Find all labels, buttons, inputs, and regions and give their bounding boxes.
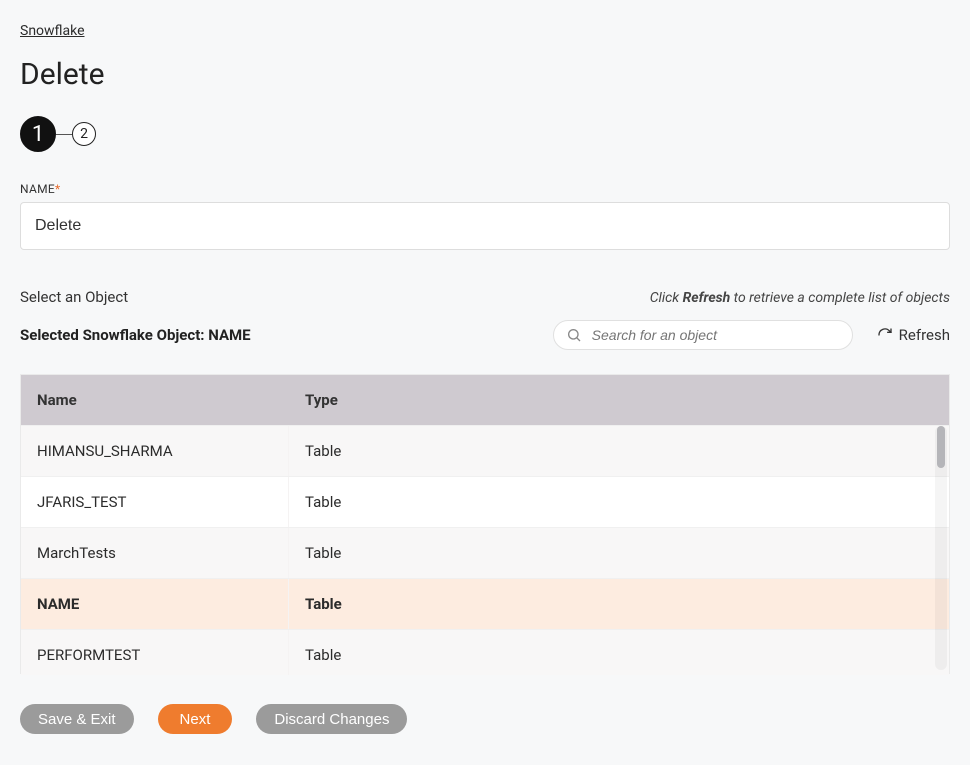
cell-name: MarchTests [21,528,289,578]
cell-type: Table [289,442,949,460]
step-connector [56,134,72,135]
step-2[interactable]: 2 [72,122,96,146]
column-header-name[interactable]: Name [21,391,289,409]
discard-button[interactable]: Discard Changes [256,704,407,734]
refresh-label: Refresh [899,326,950,344]
table-row[interactable]: MarchTestsTable [21,527,949,578]
selected-object-value: NAME [208,326,250,344]
cell-name: HIMANSU_SHARMA [21,426,289,476]
required-asterisk: * [55,182,60,196]
footer-buttons: Save & Exit Next Discard Changes [20,704,950,734]
object-table: Name Type HIMANSU_SHARMATableJFARIS_TEST… [20,374,950,674]
cell-name: PERFORMTEST [21,630,289,675]
table-row[interactable]: JFARIS_TESTTable [21,476,949,527]
name-field-label: NAME* [20,182,950,196]
cell-name: JFARIS_TEST [21,477,289,527]
table-header: Name Type [21,375,949,425]
selected-label-prefix: Selected Snowflake Object: [20,326,208,344]
cell-type: Table [289,544,949,562]
table-row[interactable]: HIMANSU_SHARMATable [21,425,949,476]
select-object-label: Select an Object [20,288,128,306]
save-exit-button[interactable]: Save & Exit [20,704,134,734]
cell-type: Table [289,646,949,664]
selected-object-label: Selected Snowflake Object: NAME [20,326,251,344]
refresh-button[interactable]: Refresh [877,326,950,344]
search-icon [566,327,582,343]
table-row[interactable]: NAMETable [21,578,949,629]
search-box[interactable] [553,320,853,350]
page-title: Delete [20,57,950,92]
name-input[interactable] [20,202,950,250]
scrollbar-thumb[interactable] [937,426,945,468]
search-input[interactable] [592,327,840,343]
cell-name: NAME [21,579,289,629]
refresh-hint-bold: Refresh [683,290,731,306]
table-body: HIMANSU_SHARMATableJFARIS_TESTTableMarch… [21,425,949,675]
refresh-hint: Click Refresh to retrieve a complete lis… [650,290,950,306]
refresh-icon [877,327,893,343]
stepper: 1 2 [20,116,950,152]
next-button[interactable]: Next [158,704,233,734]
refresh-hint-pre: Click [650,290,683,306]
cell-type: Table [289,595,949,613]
name-label-text: NAME [20,182,55,196]
table-row[interactable]: PERFORMTESTTable [21,629,949,675]
cell-type: Table [289,493,949,511]
column-header-type[interactable]: Type [289,391,949,409]
refresh-hint-post: to retrieve a complete list of objects [730,290,950,306]
breadcrumb[interactable]: Snowflake [20,23,85,39]
step-1[interactable]: 1 [20,116,56,152]
